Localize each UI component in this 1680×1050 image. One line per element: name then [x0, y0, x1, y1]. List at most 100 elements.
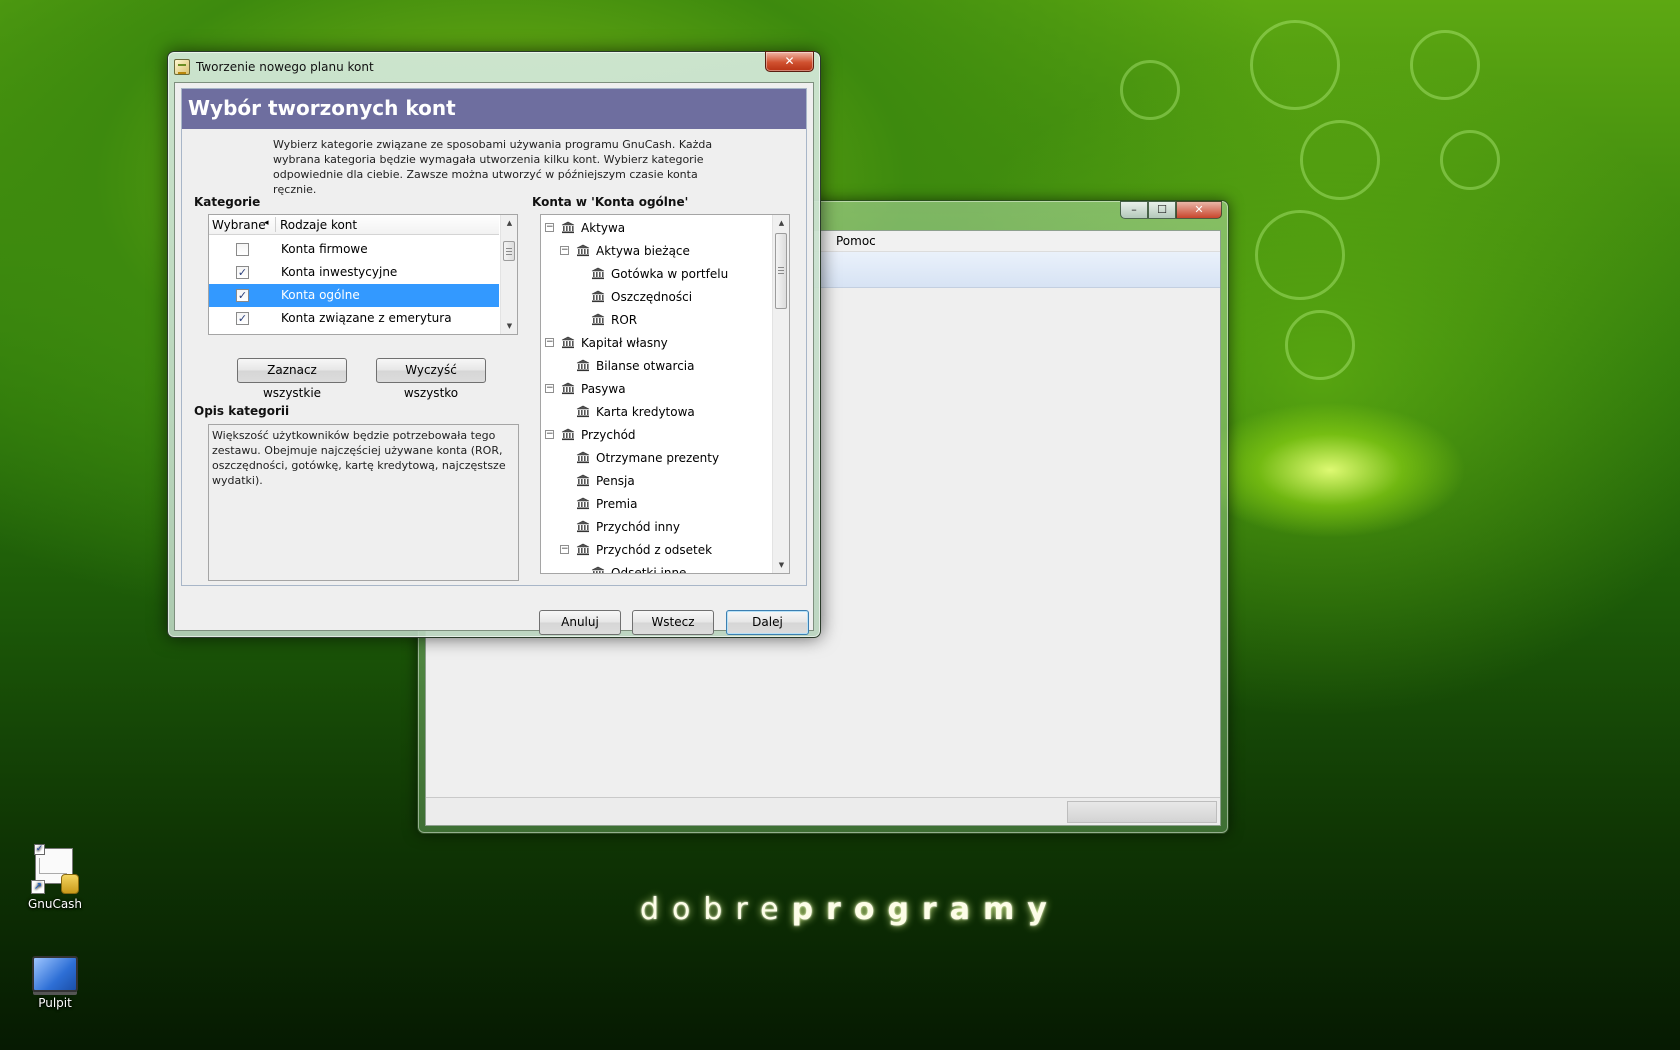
tree-row[interactable]: − Pasywa [541, 378, 772, 401]
tree-row-label: Oszczędności [611, 290, 693, 304]
category-row[interactable]: ✓ Konta związane z emerytura [209, 307, 499, 330]
tree-row-label: Przychód inny [596, 520, 680, 534]
tree-row[interactable]: − Kapitał własny [541, 332, 772, 355]
bank-icon [576, 405, 590, 418]
accounts-label: Konta w 'Konta ogólne' [532, 195, 689, 209]
maximize-button[interactable]: ☐ [1148, 201, 1176, 219]
tree-row-label: Przychód z odsetek [596, 543, 713, 557]
collapse-icon[interactable]: − [545, 430, 554, 439]
tree-row[interactable]: Gotówka w portfelu [541, 263, 772, 286]
bank-icon [576, 543, 590, 556]
column-header-types[interactable]: Rodzaje kont [280, 218, 357, 232]
tree-row-label: Kapitał własny [581, 336, 668, 350]
back-button[interactable]: Wstecz [632, 610, 714, 635]
next-button[interactable]: Dalej [726, 610, 809, 635]
category-checkbox[interactable]: ✓ [236, 266, 249, 279]
tree-row-label: Gotówka w portfelu [611, 267, 729, 281]
category-checkbox[interactable] [236, 243, 249, 256]
tree-row[interactable]: − Aktywa [541, 217, 772, 240]
tree-row-label: Premia [596, 497, 638, 511]
brand-bold-text: programy [791, 892, 1060, 927]
bank-icon [591, 566, 605, 573]
category-row-selected[interactable]: ✓ Konta ogólne [209, 284, 499, 307]
tree-row[interactable]: ROR [541, 309, 772, 332]
bank-icon [591, 267, 605, 280]
scroll-down-arrow-icon[interactable]: ▼ [501, 318, 517, 334]
scroll-up-arrow-icon[interactable]: ▲ [501, 215, 517, 231]
dialog-titlebar[interactable]: Tworzenie nowego planu kont ✕ [174, 51, 814, 78]
collapse-icon[interactable]: − [545, 223, 554, 232]
bank-icon [576, 474, 590, 487]
monitor-icon [32, 956, 78, 992]
bank-icon [561, 221, 575, 234]
tree-row[interactable]: Bilanse otwarcia [541, 355, 772, 378]
cancel-button[interactable]: Anuluj [539, 610, 621, 635]
window-controls: – ☐ ✕ [1120, 201, 1222, 219]
tree-row[interactable]: Odsetki inne [541, 562, 772, 574]
brand-light-text: dobre [640, 892, 792, 927]
dialog-body: Wybór tworzonych kont Wybierz kategorie … [174, 82, 814, 635]
tree-row-label: Aktywa [581, 221, 626, 235]
collapse-icon[interactable]: − [545, 338, 554, 347]
tree-row-label: ROR [611, 313, 638, 327]
status-bar [426, 797, 1220, 825]
description-label: Opis kategorii [194, 404, 290, 418]
scroll-thumb[interactable] [503, 241, 515, 261]
tree-row[interactable]: Przychód inny [541, 516, 772, 539]
category-label: Konta ogólne [281, 288, 360, 302]
desktop-icon-label: GnuCash [27, 897, 83, 911]
category-row[interactable]: ✓ Konta inwestycyjne [209, 261, 499, 284]
scroll-up-arrow-icon[interactable]: ▲ [773, 215, 789, 231]
intro-text: Wybierz kategorie związane ze sposobami … [273, 138, 713, 196]
dialog-close-button[interactable]: ✕ [765, 51, 814, 72]
column-separator[interactable] [275, 217, 276, 232]
bank-icon [591, 290, 605, 303]
category-description: Większość użytkowników będzie potrzebowa… [208, 424, 519, 581]
gnucash-icon: ↗ ✓ [31, 844, 79, 894]
tree-row[interactable]: Oszczędności [541, 286, 772, 309]
desktop-icon-label: Pulpit [38, 996, 72, 1010]
tree-row-label: Aktywa bieżące [596, 244, 690, 258]
column-header-selected[interactable]: Wybrane [212, 218, 266, 232]
dialog-title: Tworzenie nowego planu kont [196, 60, 374, 74]
tree-row[interactable]: Otrzymane prezenty [541, 447, 772, 470]
tree-row[interactable]: Pensja [541, 470, 772, 493]
category-checkbox[interactable]: ✓ [236, 289, 249, 302]
collapse-icon[interactable]: − [560, 545, 569, 554]
collapse-icon[interactable]: − [545, 384, 554, 393]
tree-row[interactable]: − Przychód [541, 424, 772, 447]
category-label: Konta inwestycyjne [281, 265, 398, 279]
category-label: Konta związane z emerytura [281, 311, 452, 325]
tree-row[interactable]: Premia [541, 493, 772, 516]
list-header: Wybrane ◂ Rodzaje kont [209, 215, 499, 235]
tree-row[interactable]: − Przychód z odsetek [541, 539, 772, 562]
desktop-icon-gnucash[interactable]: ↗ ✓ GnuCash [20, 844, 90, 911]
wallpaper-brand: dobreprogramy [640, 892, 1060, 927]
category-checkbox[interactable]: ✓ [236, 312, 249, 325]
accounts-scrollbar[interactable]: ▲ ▼ [772, 215, 789, 573]
desktop-icon-pulpit[interactable]: Pulpit [20, 956, 90, 1010]
collapse-icon[interactable]: − [560, 246, 569, 255]
tree-row-label: Pasywa [581, 382, 626, 396]
tree-row[interactable]: Karta kredytowa [541, 401, 772, 424]
close-button[interactable]: ✕ [1176, 201, 1222, 219]
categories-label: Kategorie [194, 195, 261, 209]
clear-all-button[interactable]: Wyczyść wszystko [376, 358, 486, 400]
scroll-down-arrow-icon[interactable]: ▼ [773, 557, 789, 573]
progress-bar [1067, 801, 1217, 823]
tree-row-label: Odsetki inne [611, 566, 687, 574]
tree-row[interactable]: − Aktywa bieżące [541, 240, 772, 263]
bank-icon [576, 497, 590, 510]
bank-icon [576, 520, 590, 533]
gnucash-app-icon [174, 59, 190, 75]
categories-list[interactable]: Wybrane ◂ Rodzaje kont Konta firmowe ✓ K… [208, 214, 518, 335]
menu-help[interactable]: Pomoc [836, 234, 876, 248]
minimize-button[interactable]: – [1120, 201, 1148, 219]
select-all-button[interactable]: Zaznacz wszystkie [237, 358, 347, 400]
accounts-tree[interactable]: − Aktywa − Aktywa bieżące Gotówka w portfelu… [540, 214, 790, 574]
tree-row-label: Pensja [596, 474, 635, 488]
tree-row-label: Karta kredytowa [596, 405, 695, 419]
categories-scrollbar[interactable]: ▲ ▼ [500, 215, 517, 334]
category-row[interactable]: Konta firmowe [209, 238, 499, 261]
scroll-thumb[interactable] [775, 233, 787, 309]
